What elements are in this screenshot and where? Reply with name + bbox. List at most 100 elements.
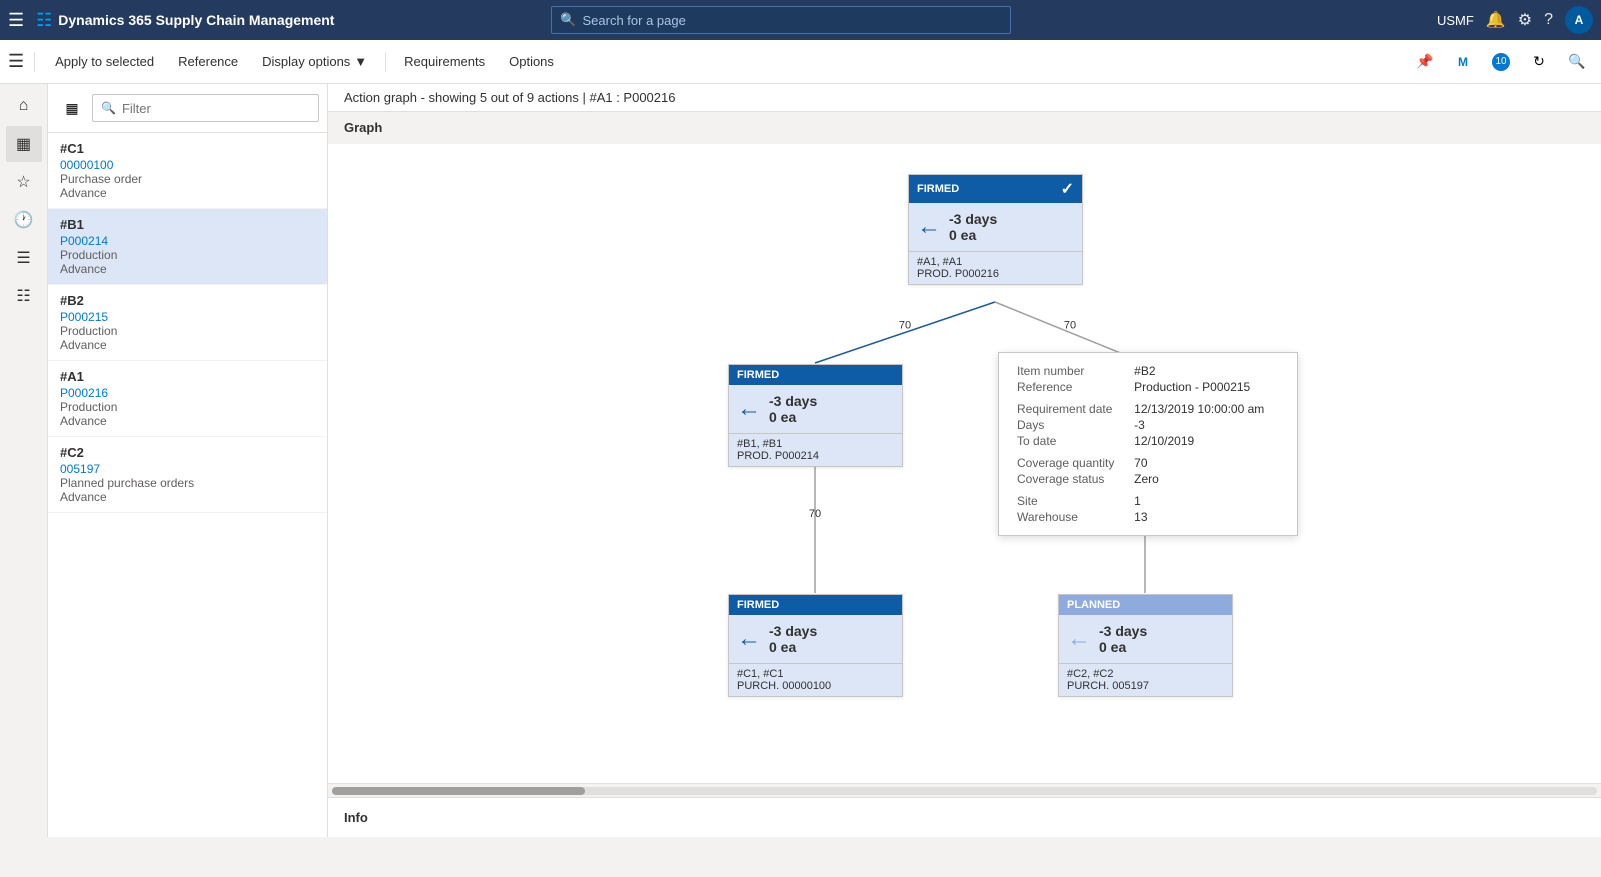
display-options-button[interactable]: Display options ▼	[252, 46, 377, 78]
filter-search-icon: 🔍	[101, 101, 116, 115]
tooltip-label: Coverage status	[1013, 471, 1126, 487]
tooltip-value: Zero	[1126, 471, 1283, 487]
nav-items-list: #C1 00000100 Purchase order Advance #B1 …	[48, 133, 327, 837]
chevron-down-icon: ▼	[354, 54, 367, 69]
reference-label: Reference	[178, 54, 238, 69]
nav-item-type: Production	[60, 400, 315, 414]
node-body: ← -3 days 0 ea	[1059, 615, 1232, 663]
graph-node-node-a1[interactable]: FIRMED ✓ ← -3 days 0 ea #A1, #A1 PROD. P…	[908, 174, 1083, 285]
avatar[interactable]: A	[1565, 6, 1593, 34]
nav-item-code: P000215	[60, 310, 315, 324]
tooltip-value: 1	[1126, 493, 1283, 509]
pin-icon[interactable]: 📌	[1409, 46, 1441, 78]
node-body: ← -3 days 0 ea	[909, 203, 1082, 251]
user-company: USMF	[1437, 13, 1474, 28]
node-days: -3 days	[769, 393, 817, 409]
tooltip-label: Requirement date	[1013, 401, 1126, 417]
nav-item-code: P000214	[60, 234, 315, 248]
node-status: FIRMED	[917, 183, 959, 195]
node-footer: #C2, #C2 PURCH. 005197	[1059, 663, 1232, 696]
node-qty: 0 ea	[949, 227, 997, 243]
node-values: -3 days 0 ea	[769, 393, 817, 425]
filter-toggle-icon[interactable]: ▦	[56, 92, 88, 124]
hamburger-menu[interactable]: ☰	[8, 10, 24, 31]
node-line1: #A1, #A1	[917, 256, 1074, 268]
app-logo-icon: ☷	[36, 10, 52, 31]
favorites-icon[interactable]: ☆	[6, 164, 42, 200]
help-icon[interactable]: ?	[1544, 11, 1553, 29]
refresh-icon[interactable]: ↻	[1523, 46, 1555, 78]
tooltip-label: Site	[1013, 493, 1126, 509]
requirements-button[interactable]: Requirements	[394, 46, 495, 78]
info-tooltip: Item number#B2ReferenceProduction - P000…	[998, 352, 1298, 536]
filter-input[interactable]	[122, 101, 310, 116]
node-status: FIRMED	[737, 369, 779, 381]
filter-icon[interactable]: ▦	[6, 126, 42, 162]
node-status: FIRMED	[737, 599, 779, 611]
nav-item[interactable]: #B1 P000214 Production Advance	[48, 209, 327, 285]
node-line1: #C2, #C2	[1067, 668, 1224, 680]
node-qty: 0 ea	[1099, 639, 1147, 655]
app-title: Dynamics 365 Supply Chain Management	[58, 12, 334, 28]
node-arrow-icon: ←	[737, 627, 761, 651]
tooltip-value: -3	[1126, 417, 1283, 433]
options-button[interactable]: Options	[499, 46, 564, 78]
node-header: FIRMED	[729, 365, 902, 385]
graph-node-node-c2[interactable]: PLANNED ← -3 days 0 ea #C2, #C2 PURCH. 0…	[1058, 594, 1233, 697]
search-placeholder: Search for a page	[583, 13, 686, 28]
node-body: ← -3 days 0 ea	[729, 615, 902, 663]
menu-icon[interactable]: ☷	[6, 278, 42, 314]
node-values: -3 days 0 ea	[1099, 623, 1147, 655]
requirements-label: Requirements	[404, 54, 485, 69]
nav-item[interactable]: #A1 P000216 Production Advance	[48, 361, 327, 437]
nav-item-type: Purchase order	[60, 172, 315, 186]
left-panel-header: ▦ 🔍	[48, 84, 327, 133]
nav-item-title: #B1	[60, 217, 315, 232]
nav-item-type: Production	[60, 248, 315, 262]
reference-button[interactable]: Reference	[168, 46, 248, 78]
tooltip-value: 70	[1126, 455, 1283, 471]
apply-label: Apply to selected	[55, 54, 154, 69]
graph-canvas: 70707070 FIRMED ✓ ← -3 days 0 ea #A1, #A…	[328, 144, 1601, 744]
recent-icon[interactable]: 🕐	[6, 202, 42, 238]
apply-to-selected-button[interactable]: Apply to selected	[45, 46, 164, 78]
ms-icon[interactable]: M	[1447, 46, 1479, 78]
notification-icon[interactable]: 🔔	[1486, 10, 1506, 30]
nav-item-type: Production	[60, 324, 315, 338]
global-search[interactable]: 🔍 Search for a page	[551, 6, 1011, 34]
node-qty: 0 ea	[769, 409, 817, 425]
top-bar: ☰ ☷ Dynamics 365 Supply Chain Management…	[0, 0, 1601, 40]
node-line2: PURCH. 00000100	[737, 680, 894, 692]
scrollbar-track	[332, 787, 1597, 795]
display-options-label: Display options	[262, 54, 350, 69]
graph-title: Graph	[328, 112, 1601, 144]
svg-text:70: 70	[1064, 320, 1076, 332]
node-arrow-icon: ←	[737, 397, 761, 421]
node-line1: #C1, #C1	[737, 668, 894, 680]
icon-sidebar: ⌂ ▦ ☆ 🕐 ☰ ☷	[0, 84, 48, 837]
nav-item[interactable]: #C1 00000100 Purchase order Advance	[48, 133, 327, 209]
graph-section[interactable]: 70707070 FIRMED ✓ ← -3 days 0 ea #A1, #A…	[328, 144, 1601, 783]
home-icon[interactable]: ⌂	[6, 88, 42, 124]
main-layout: ⌂ ▦ ☆ 🕐 ☰ ☷ ▦ 🔍 #C1 00000100 Purchase or…	[0, 84, 1601, 837]
tooltip-value: 12/10/2019	[1126, 433, 1283, 449]
horizontal-scrollbar[interactable]	[328, 783, 1601, 797]
node-line1: #B1, #B1	[737, 438, 894, 450]
nav-item[interactable]: #C2 005197 Planned purchase orders Advan…	[48, 437, 327, 513]
filter-input-wrapper[interactable]: 🔍	[92, 94, 319, 122]
nav-item-title: #B2	[60, 293, 315, 308]
nav-toggle-icon[interactable]: ☰	[8, 51, 24, 72]
scrollbar-thumb	[332, 787, 585, 795]
tooltip-label: Warehouse	[1013, 509, 1126, 525]
search-cmd-icon[interactable]: 🔍	[1561, 46, 1593, 78]
settings-icon[interactable]: ⚙	[1518, 10, 1532, 30]
graph-node-node-c1[interactable]: FIRMED ← -3 days 0 ea #C1, #C1 PURCH. 00…	[728, 594, 903, 697]
graph-node-node-b1[interactable]: FIRMED ← -3 days 0 ea #B1, #B1 PROD. P00…	[728, 364, 903, 467]
nav-item[interactable]: #B2 P000215 Production Advance	[48, 285, 327, 361]
command-bar: ☰ Apply to selected Reference Display op…	[0, 40, 1601, 84]
node-line2: PROD. P000216	[917, 268, 1074, 280]
list-icon[interactable]: ☰	[6, 240, 42, 276]
badge-icon[interactable]: 10	[1485, 46, 1517, 78]
tooltip-label: Coverage quantity	[1013, 455, 1126, 471]
svg-text:70: 70	[809, 508, 821, 520]
